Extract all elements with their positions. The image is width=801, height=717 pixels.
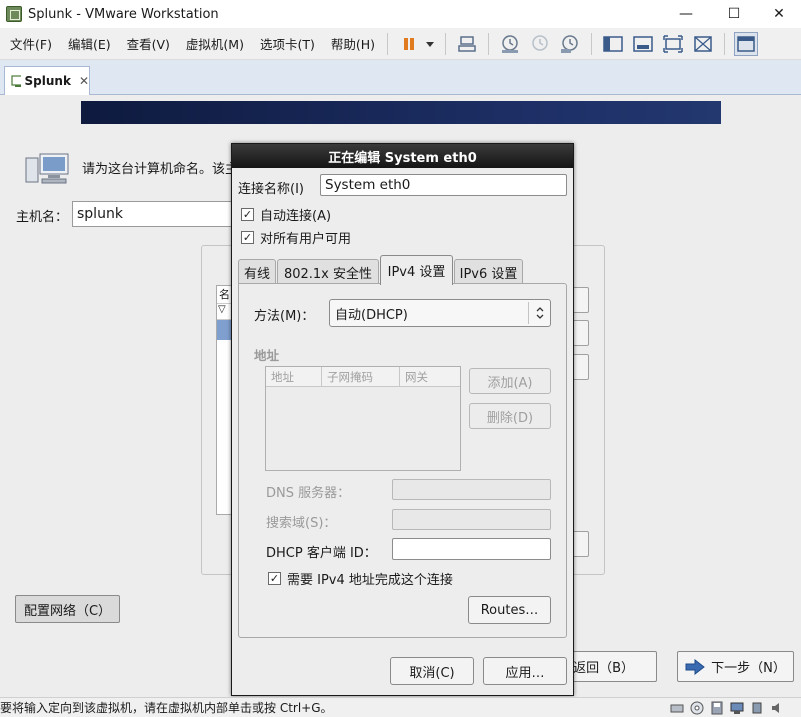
column-address: 地址 [266,367,322,386]
address-table-header: 地址 子网掩码 网关 [266,367,460,387]
menu-edit[interactable]: 编辑(E) [58,34,117,53]
cd-dvd-icon[interactable] [690,701,704,715]
tab-ipv4-settings[interactable]: IPv4 设置 [380,255,453,285]
apply-button[interactable]: 应用… [483,657,567,685]
column-netmask: 子网掩码 [322,367,400,386]
network-computer-icon [25,153,69,184]
address-section-label: 地址 [254,348,280,363]
toolbar-separator [591,32,593,55]
send-keys-icon[interactable] [455,32,479,56]
usb-icon[interactable] [750,701,764,715]
dhcp-client-id-input[interactable] [392,538,551,560]
status-text: 要将输入定向到该虚拟机，请在虚拟机内部单击或按 Ctrl+G。 [0,701,333,715]
toolbar-separator [488,32,490,55]
all-users-checkbox[interactable]: ✓ [241,231,254,244]
minimize-button[interactable]: — [663,0,709,28]
tab-label: Splunk [24,74,71,88]
tab-close-icon[interactable]: ✕ [79,74,89,88]
tab-ipv6-settings[interactable]: IPv6 设置 [454,259,523,284]
add-connection-button[interactable] [572,287,589,313]
connection-name-label: 连接名称(I) [238,182,304,197]
auto-connect-label: 自动连接(A) [260,209,332,224]
menu-vm[interactable]: 虚拟机(M) [176,34,250,53]
sound-icon[interactable] [770,701,784,715]
address-table: 地址 子网掩码 网关 [265,366,461,471]
console-view-icon[interactable] [631,32,655,56]
menu-view[interactable]: 查看(V) [117,34,176,53]
harddisk-icon[interactable] [670,701,684,715]
add-address-button[interactable]: 添加(A) [469,368,551,394]
vm-home-icon [11,75,21,87]
pause-icon[interactable] [397,32,421,56]
dns-servers-input[interactable] [392,479,551,500]
tab-splunk[interactable]: Splunk ✕ [4,66,90,95]
fullscreen-icon[interactable] [661,32,685,56]
window-title: Splunk - VMware Workstation [28,6,219,22]
next-button[interactable]: 下一步（N） [677,651,794,682]
snapshot-manager-icon[interactable] [558,32,582,56]
window-titlebar: Splunk - VMware Workstation — ☐ ✕ [0,0,801,28]
menu-file[interactable]: 文件(F) [0,34,58,53]
toolbar-separator [724,32,726,55]
dhcp-client-id-label: DHCP 客户端 ID： [266,546,377,561]
installer-banner [81,101,721,124]
delete-connection-button[interactable] [572,354,589,380]
connection-name-input[interactable]: System eth0 [320,174,567,196]
sidebar-toggle-icon[interactable] [601,32,625,56]
edit-connection-dialog: 正在编辑 System eth0 连接名称(I) System eth0 ✓ 自… [231,143,574,696]
toolbar-separator [445,32,447,55]
network-adapter-icon[interactable] [730,701,744,715]
delete-address-button[interactable]: 删除(D) [469,403,551,429]
hostname-prompt: 请为这台计算机命名。该主 [82,162,239,177]
snapshot-revert-icon[interactable] [528,32,552,56]
search-domains-input[interactable] [392,509,551,530]
dns-servers-label: DNS 服务器： [266,486,351,501]
require-ipv4-label: 需要 IPv4 地址完成这个连接 [287,573,453,588]
close-window-button[interactable]: ✕ [756,0,801,28]
unity-icon[interactable] [691,32,715,56]
thumbnail-view-icon[interactable] [734,31,759,56]
auto-connect-checkbox[interactable]: ✓ [241,208,254,221]
cancel-button[interactable]: 取消(C) [390,657,474,685]
edit-connection-button[interactable] [572,320,589,346]
dropdown-arrow-icon[interactable] [424,32,436,56]
status-bar: 要将输入定向到该虚拟机，请在虚拟机内部单击或按 Ctrl+G。 [0,697,801,717]
tab-wired[interactable]: 有线 [238,259,276,284]
configure-network-button[interactable]: 配置网络（C） [15,595,120,623]
next-button-label: 下一步（N） [711,661,786,676]
method-value: 自动(DHCP) [335,307,408,323]
select-arrows-icon [528,302,550,324]
method-select[interactable]: 自动(DHCP) [329,299,551,327]
column-gateway: 网关 [405,370,428,384]
close-connections-button[interactable] [572,531,589,557]
menu-bar: 文件(F) 编辑(E) 查看(V) 虚拟机(M) 选项卡(T) 帮助(H) [0,28,801,60]
vmware-app-icon [6,6,22,22]
require-ipv4-checkbox[interactable]: ✓ [268,572,281,585]
all-users-label: 对所有用户可用 [260,232,352,247]
back-button[interactable]: 返回（B） [568,651,657,682]
toolbar-separator [387,32,389,55]
dialog-title: 正在编辑 System eth0 [232,144,573,168]
maximize-button[interactable]: ☐ [711,0,757,28]
hostname-input[interactable]: splunk [72,201,242,227]
tab-8021x-security[interactable]: 802.1x 安全性 [277,259,379,284]
floppy-icon[interactable] [710,701,724,715]
routes-button[interactable]: Routes… [468,596,551,624]
vm-tab-bar: Splunk ✕ [0,60,801,95]
snapshot-take-icon[interactable] [498,32,522,56]
search-domains-label: 搜索域(S)： [266,516,337,531]
method-label: 方法(M)： [254,309,315,324]
arrow-right-icon [685,658,705,675]
hostname-label: 主机名： [16,210,69,225]
menu-help[interactable]: 帮助(H) [321,34,381,53]
menu-tabs[interactable]: 选项卡(T) [250,34,321,53]
